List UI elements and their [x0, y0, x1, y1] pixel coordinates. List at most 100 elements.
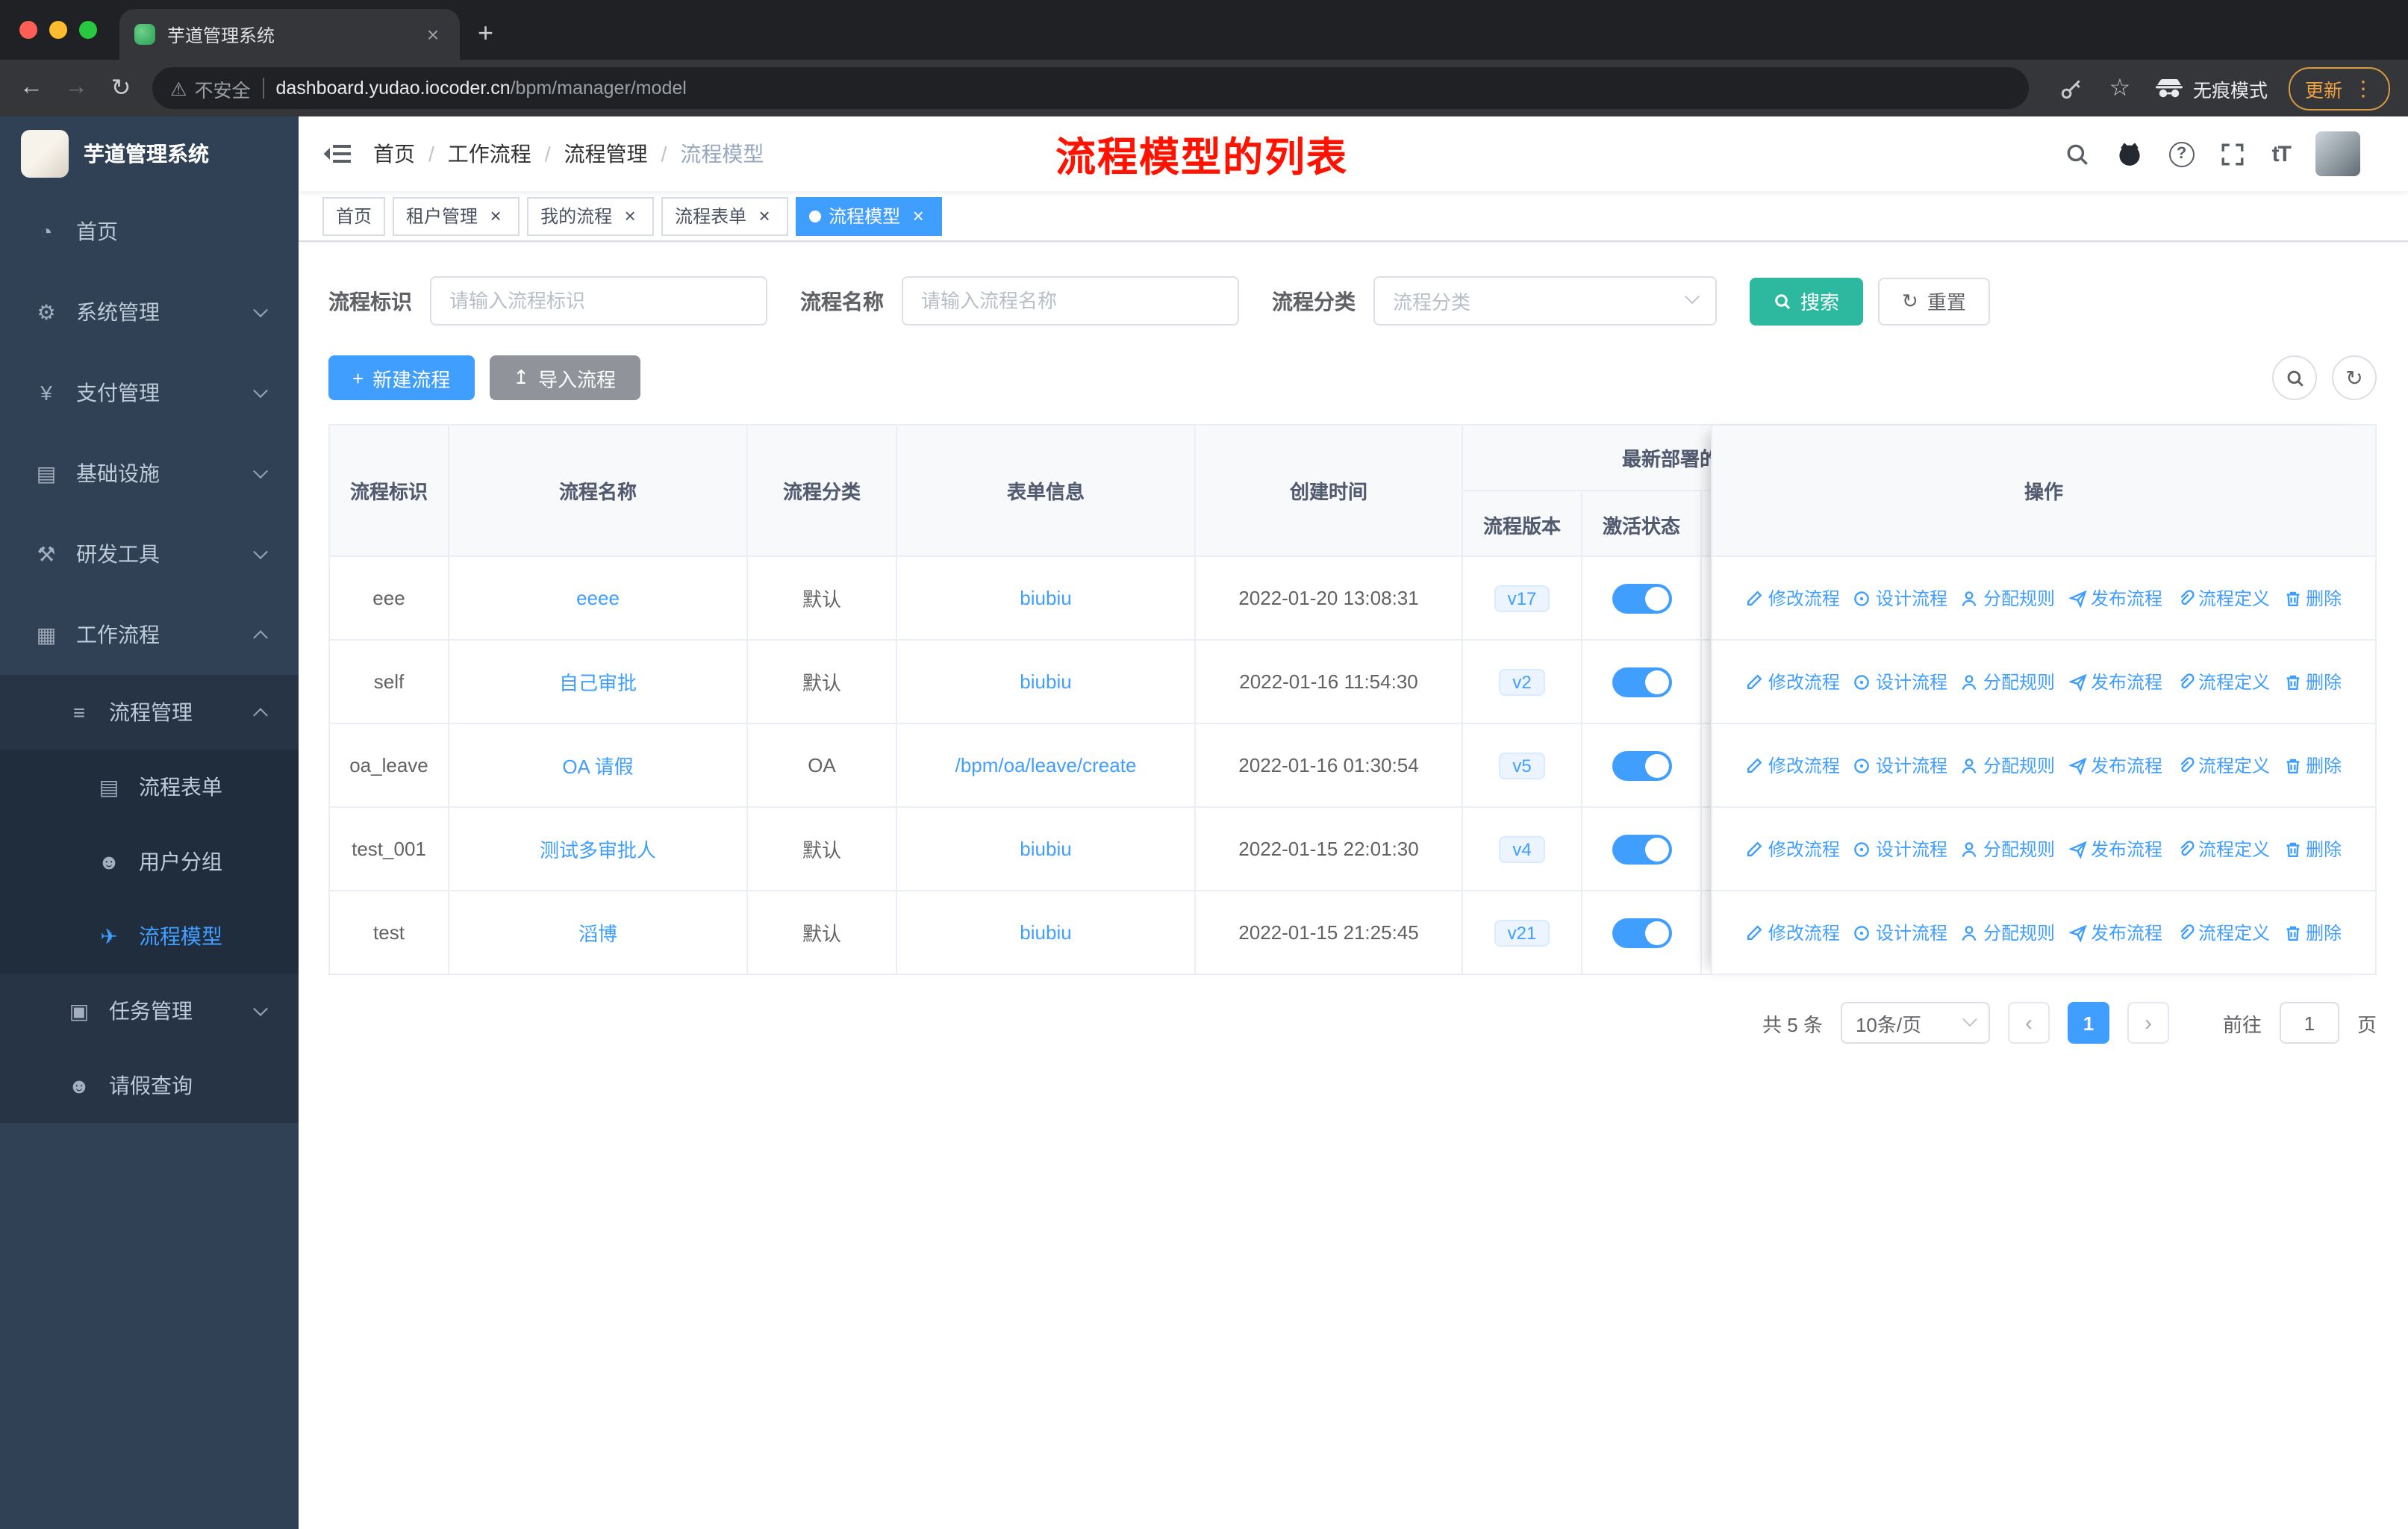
process-name-link[interactable]: 自己审批	[559, 667, 637, 696]
help-icon[interactable]: ?	[2168, 141, 2195, 166]
form-info-link[interactable]: /bpm/oa/leave/create	[955, 754, 1137, 776]
process-name-link[interactable]: eeee	[576, 587, 620, 609]
action-publish-process[interactable]: 发布流程	[2068, 669, 2162, 694]
action-assign-rule[interactable]: 分配规则	[1961, 753, 2055, 778]
sidebar-item-payment[interactable]: ¥ 支付管理	[0, 352, 299, 433]
active-toggle[interactable]	[1612, 583, 1671, 613]
action-edit-process[interactable]: 修改流程	[1746, 920, 1840, 945]
window-close-icon[interactable]	[19, 21, 37, 39]
forward-icon[interactable]: →	[63, 75, 90, 102]
search-icon[interactable]	[2065, 140, 2092, 167]
action-delete[interactable]: 删除	[2283, 836, 2342, 862]
tag-home[interactable]: 首页	[322, 196, 386, 235]
tag-my-process[interactable]: 我的流程 ×	[527, 196, 655, 235]
browser-tab[interactable]: 芋道管理系统 ×	[119, 9, 460, 60]
tab-close-icon[interactable]: ×	[421, 22, 445, 46]
action-delete[interactable]: 删除	[2283, 669, 2342, 694]
action-process-definition[interactable]: 流程定义	[2176, 920, 2270, 945]
prev-page-button[interactable]: ‹	[2007, 1002, 2050, 1044]
tag-process-model[interactable]: 流程模型 ×	[796, 196, 943, 235]
action-design-process[interactable]: 设计流程	[1853, 669, 1947, 694]
fullscreen-icon[interactable]	[2220, 140, 2247, 167]
process-name-link[interactable]: 滔博	[578, 918, 617, 947]
sidebar-item-user-group[interactable]: ☻ 用户分组	[0, 824, 299, 899]
action-delete[interactable]: 删除	[2283, 920, 2342, 945]
breadcrumb-workflow[interactable]: 工作流程	[448, 139, 531, 169]
url-bar[interactable]: ⚠ 不安全 dashboard.yudao.iocoder.cn/bpm/man…	[152, 67, 2029, 109]
import-process-button[interactable]: ↥ 导入流程	[489, 355, 640, 400]
search-button[interactable]: 搜索	[1750, 277, 1864, 325]
action-edit-process[interactable]: 修改流程	[1746, 669, 1840, 694]
action-process-definition[interactable]: 流程定义	[2176, 753, 2270, 778]
action-publish-process[interactable]: 发布流程	[2068, 920, 2162, 945]
process-key-input[interactable]	[430, 276, 767, 326]
browser-update-button[interactable]: 更新 ⋮	[2288, 66, 2390, 110]
action-edit-process[interactable]: 修改流程	[1746, 753, 1840, 778]
tag-tenant[interactable]: 租户管理 ×	[393, 196, 520, 235]
goto-page-input[interactable]	[2279, 1002, 2339, 1044]
sidebar-item-leave-query[interactable]: ☻ 请假查询	[0, 1048, 299, 1123]
user-avatar[interactable]	[2315, 131, 2360, 176]
font-size-icon[interactable]: tT	[2272, 141, 2292, 166]
action-assign-rule[interactable]: 分配规则	[1961, 920, 2055, 945]
process-name-link[interactable]: 测试多审批人	[540, 835, 656, 863]
action-assign-rule[interactable]: 分配规则	[1961, 669, 2055, 694]
new-tab-button[interactable]: +	[478, 18, 493, 49]
active-toggle[interactable]	[1612, 834, 1671, 864]
action-publish-process[interactable]: 发布流程	[2068, 585, 2162, 611]
page-1-button[interactable]: 1	[2067, 1002, 2109, 1044]
tag-close-icon[interactable]: ×	[754, 205, 775, 227]
reset-button[interactable]: ↻ 重置	[1878, 277, 1990, 325]
back-icon[interactable]: ←	[18, 75, 45, 102]
action-process-definition[interactable]: 流程定义	[2176, 585, 2270, 611]
create-process-button[interactable]: + 新建流程	[328, 355, 475, 400]
action-delete[interactable]: 删除	[2283, 753, 2342, 778]
github-icon[interactable]	[2117, 140, 2144, 167]
action-delete[interactable]: 删除	[2283, 585, 2342, 611]
bookmark-star-icon[interactable]: ☆	[2106, 73, 2133, 103]
sidebar-item-process-model[interactable]: ✈ 流程模型	[0, 899, 299, 974]
tag-close-icon[interactable]: ×	[485, 205, 506, 227]
process-name-input[interactable]	[902, 276, 1239, 326]
breadcrumb-home[interactable]: 首页	[373, 139, 415, 169]
action-publish-process[interactable]: 发布流程	[2068, 753, 2162, 778]
action-design-process[interactable]: 设计流程	[1853, 753, 1947, 778]
action-publish-process[interactable]: 发布流程	[2068, 836, 2162, 862]
reload-icon[interactable]: ↻	[107, 73, 134, 103]
action-design-process[interactable]: 设计流程	[1853, 920, 1947, 945]
menu-dots-icon[interactable]: ⋮	[2353, 75, 2374, 101]
refresh-table-button[interactable]: ↻	[2332, 355, 2377, 400]
security-chip[interactable]: ⚠ 不安全	[170, 74, 250, 102]
category-select[interactable]: 流程分类	[1373, 276, 1717, 326]
toggle-search-button[interactable]	[2272, 355, 2317, 400]
action-assign-rule[interactable]: 分配规则	[1961, 585, 2055, 611]
action-process-definition[interactable]: 流程定义	[2176, 836, 2270, 862]
active-toggle[interactable]	[1612, 667, 1671, 697]
sidebar-item-process-management[interactable]: ≡ 流程管理	[0, 675, 299, 750]
tag-process-form[interactable]: 流程表单 ×	[661, 196, 789, 235]
sidebar-fold-icon[interactable]	[322, 139, 352, 169]
tag-close-icon[interactable]: ×	[908, 205, 929, 227]
process-name-link[interactable]: OA 请假	[562, 751, 633, 779]
form-info-link[interactable]: biubiu	[1020, 587, 1071, 609]
sidebar-item-devtools[interactable]: ⚒ 研发工具	[0, 514, 299, 594]
form-info-link[interactable]: biubiu	[1020, 921, 1071, 944]
action-design-process[interactable]: 设计流程	[1853, 836, 1947, 862]
form-info-link[interactable]: biubiu	[1020, 838, 1071, 860]
action-design-process[interactable]: 设计流程	[1853, 585, 1947, 611]
sidebar-item-infrastructure[interactable]: ▤ 基础设施	[0, 433, 299, 514]
breadcrumb-process-management[interactable]: 流程管理	[564, 139, 648, 169]
action-process-definition[interactable]: 流程定义	[2176, 669, 2270, 694]
active-toggle[interactable]	[1612, 750, 1671, 780]
page-size-select[interactable]: 10条/页	[1840, 1002, 1990, 1044]
action-edit-process[interactable]: 修改流程	[1746, 836, 1840, 862]
sidebar-item-process-form[interactable]: ▤ 流程表单	[0, 750, 299, 824]
sidebar-item-system[interactable]: ⚙ 系统管理	[0, 272, 299, 352]
sidebar-item-task-management[interactable]: ▣ 任务管理	[0, 974, 299, 1048]
tag-close-icon[interactable]: ×	[620, 205, 640, 227]
next-page-button[interactable]: ›	[2127, 1002, 2169, 1044]
window-minimize-icon[interactable]	[49, 21, 67, 39]
form-info-link[interactable]: biubiu	[1020, 670, 1071, 693]
sidebar-item-workflow[interactable]: ▦ 工作流程	[0, 594, 299, 675]
active-toggle[interactable]	[1612, 918, 1671, 947]
